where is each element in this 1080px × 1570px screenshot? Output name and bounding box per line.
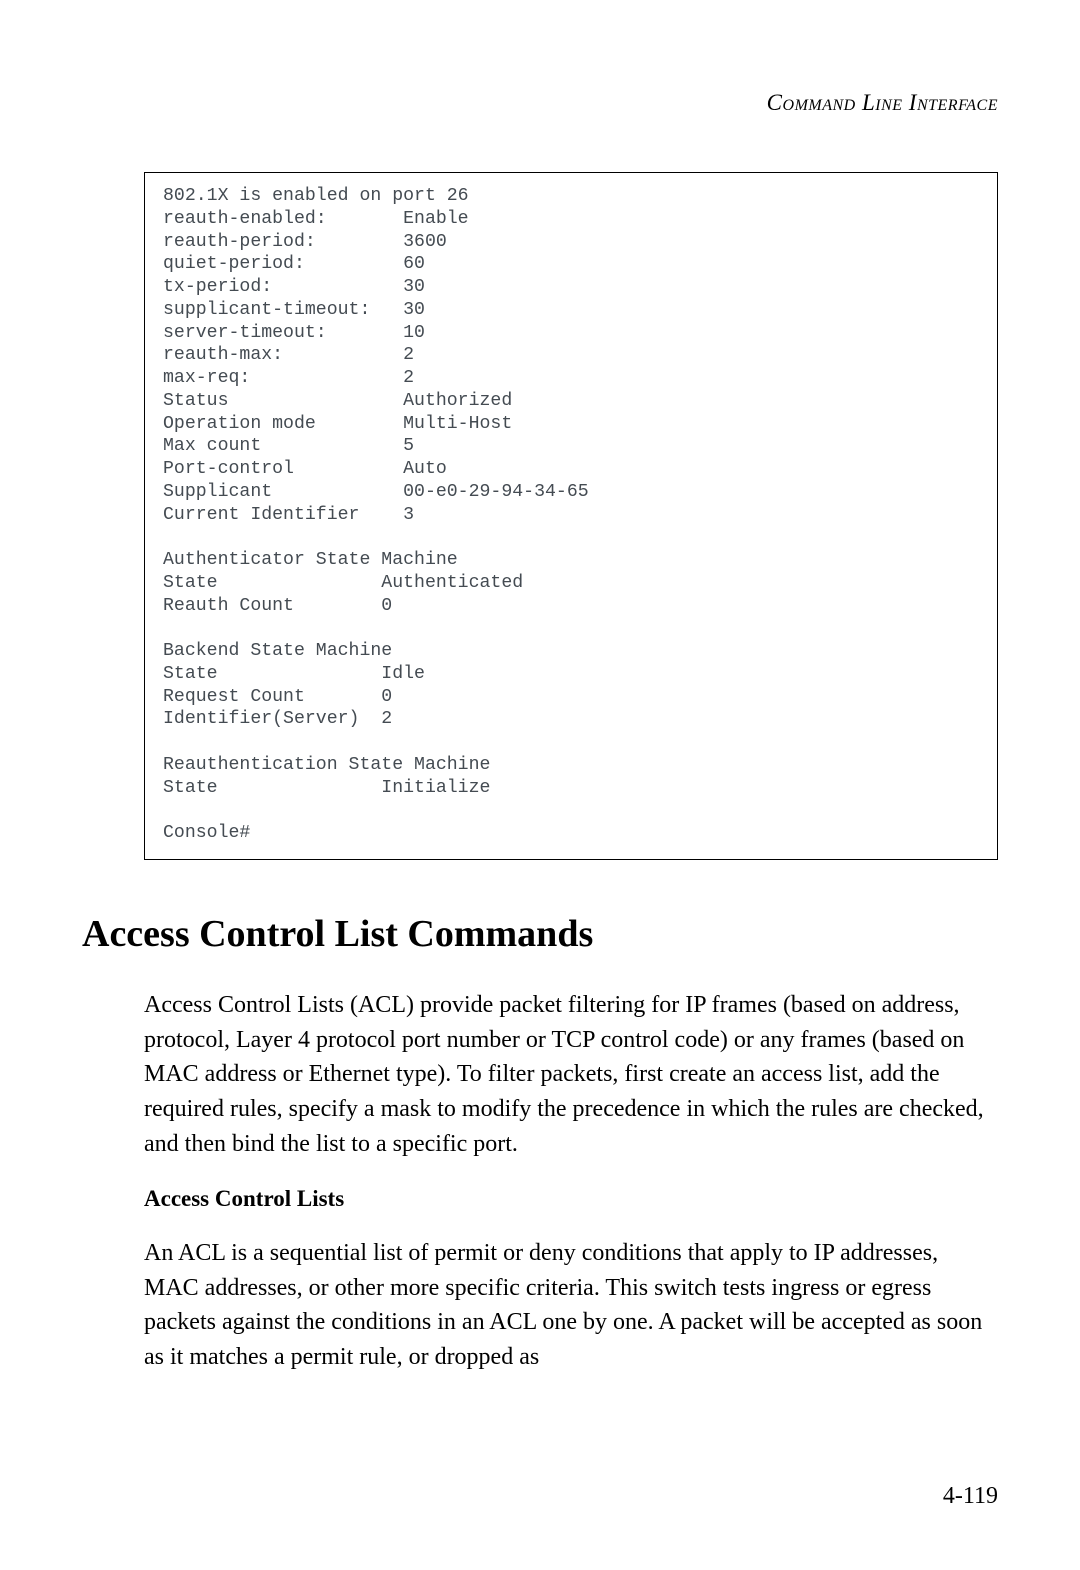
running-header: Command Line Interface (82, 90, 998, 116)
subheading-acl: Access Control Lists (144, 1186, 998, 1212)
console-output: 802.1X is enabled on port 26 reauth-enab… (144, 172, 998, 860)
page: Command Line Interface 802.1X is enabled… (0, 0, 1080, 1570)
page-number: 4-119 (943, 1483, 998, 1510)
section-title: Access Control List Commands (82, 912, 998, 956)
paragraph-acl-detail: An ACL is a sequential list of permit or… (144, 1236, 998, 1375)
paragraph-acl-intro: Access Control Lists (ACL) provide packe… (144, 988, 998, 1162)
